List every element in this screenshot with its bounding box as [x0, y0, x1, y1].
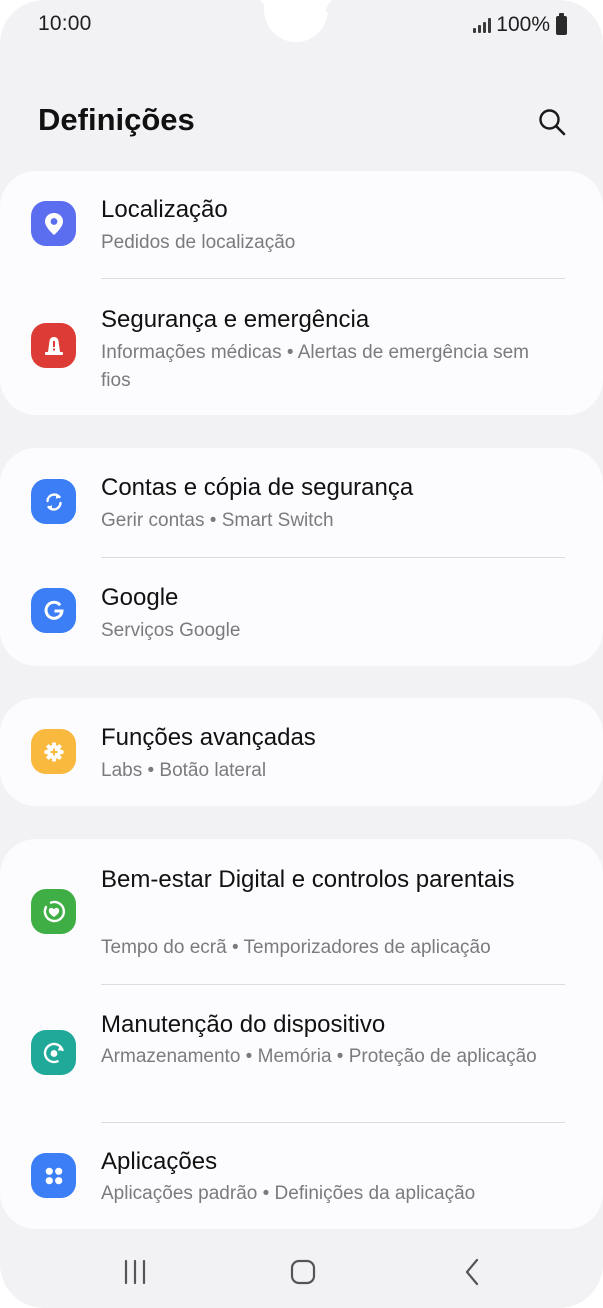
- item-title: Manutenção do dispositivo: [101, 1011, 386, 1038]
- back-button[interactable]: [443, 1250, 503, 1294]
- search-button[interactable]: [530, 100, 574, 144]
- location-pin-icon: [31, 201, 76, 246]
- settings-group-location-safety: Localização Pedidos de localização Segur…: [0, 171, 603, 415]
- recents-icon: [124, 1259, 146, 1285]
- apps-grid-icon: [31, 1153, 76, 1198]
- item-subtitle: Aplicações padrão • Definições da aplica…: [101, 1183, 476, 1204]
- recents-button[interactable]: [105, 1250, 165, 1294]
- item-title: Aplicações: [101, 1148, 218, 1175]
- settings-item-location[interactable]: Localização Pedidos de localização: [0, 171, 603, 279]
- item-title: Bem-estar Digital e controlos parentais: [101, 866, 515, 893]
- battery-icon: [556, 12, 567, 35]
- item-title: Funções avançadas: [101, 724, 316, 751]
- item-subtitle: Gerir contas • Smart Switch: [101, 510, 334, 531]
- device-care-icon: [31, 1030, 76, 1075]
- heart-circle-icon: [31, 889, 76, 934]
- item-title: Google: [101, 584, 179, 611]
- status-bar: 10:00 100%: [0, 0, 603, 52]
- settings-item-device-care[interactable]: Manutenção do dispositivo Armazenamento …: [0, 985, 603, 1122]
- item-title: Contas e cópia de segurança: [101, 474, 414, 501]
- settings-group-advanced: Funções avançadas Labs • Botão lateral: [0, 698, 603, 806]
- navigation-bar: [0, 1236, 603, 1308]
- page-title: Definições: [38, 102, 195, 137]
- item-subtitle: Pedidos de localização: [101, 232, 296, 253]
- item-subtitle: Labs • Botão lateral: [101, 760, 267, 781]
- item-subtitle: Informações médicas • Alertas de emergên…: [101, 342, 530, 391]
- settings-screen: 10:00 100% Definições Localização Pedido…: [0, 0, 603, 1308]
- emergency-alert-icon: [31, 323, 76, 368]
- settings-item-digital-wellbeing[interactable]: Bem-estar Digital e controlos parentais …: [0, 839, 603, 984]
- item-subtitle: Armazenamento • Memória • Proteção de ap…: [101, 1046, 537, 1067]
- signal-icon: [473, 17, 492, 33]
- search-icon: [539, 109, 566, 136]
- home-icon: [290, 1259, 316, 1285]
- sync-icon: [31, 479, 76, 524]
- settings-group-wellbeing-care-apps: Bem-estar Digital e controlos parentais …: [0, 839, 603, 1229]
- google-g-icon: [31, 588, 76, 633]
- camera-notch: [264, 0, 328, 42]
- item-title: Segurança e emergência: [101, 306, 370, 333]
- item-subtitle: Serviços Google: [101, 620, 241, 641]
- status-time: 10:00: [38, 12, 92, 35]
- item-subtitle: Tempo do ecrã • Temporizadores de aplica…: [101, 937, 491, 958]
- gear-plus-icon: [31, 729, 76, 774]
- item-title: Localização: [101, 196, 228, 223]
- settings-group-accounts-google: Contas e cópia de segurança Gerir contas…: [0, 448, 603, 666]
- settings-item-advanced-features[interactable]: Funções avançadas Labs • Botão lateral: [0, 698, 603, 806]
- settings-item-accounts-backup[interactable]: Contas e cópia de segurança Gerir contas…: [0, 448, 603, 557]
- settings-item-safety-emergency[interactable]: Segurança e emergência Informações médic…: [0, 279, 603, 415]
- back-icon: [465, 1258, 479, 1286]
- settings-item-google[interactable]: Google Serviços Google: [0, 557, 603, 666]
- home-button[interactable]: [273, 1250, 333, 1294]
- settings-item-apps[interactable]: Aplicações Aplicações padrão • Definiçõe…: [0, 1123, 603, 1229]
- battery-percentage: 100%: [496, 13, 550, 36]
